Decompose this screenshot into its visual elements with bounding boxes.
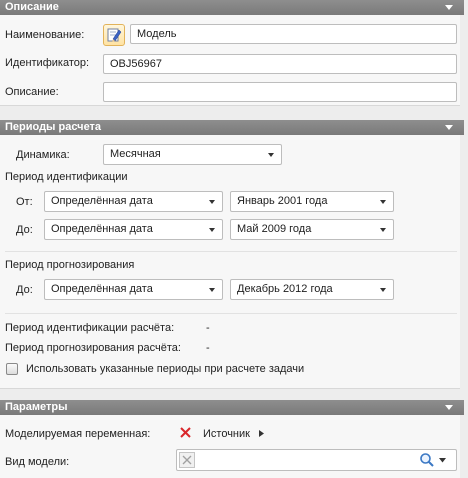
forecast-to-type-dropdown[interactable]: Определённая дата <box>44 279 223 300</box>
edit-name-button[interactable] <box>103 24 125 46</box>
params-section-header[interactable]: Параметры <box>0 400 464 415</box>
collapse-triangle-icon[interactable] <box>445 405 453 410</box>
from-type-value: Определённая дата <box>51 195 153 207</box>
magnifier-icon[interactable] <box>419 452 435 468</box>
dynamics-dropdown[interactable]: Месячная <box>103 144 282 165</box>
dynamics-label: Динамика: <box>16 149 70 161</box>
clear-cross-icon[interactable] <box>179 452 195 468</box>
chevron-down-icon[interactable] <box>439 458 446 463</box>
id-label: Идентификатор: <box>5 57 90 69</box>
chevron-down-icon <box>380 288 386 292</box>
red-cross-icon[interactable] <box>180 427 191 438</box>
chevron-down-icon <box>209 200 215 204</box>
periods-section-header[interactable]: Периоды расчета <box>0 120 464 135</box>
edit-pencil-icon <box>107 28 122 42</box>
forecast-to-type-value: Определённая дата <box>51 283 153 295</box>
collapse-triangle-icon[interactable] <box>445 125 453 130</box>
chevron-down-icon <box>380 228 386 232</box>
forecast-to-date-value: Декабрь 2012 года <box>237 283 333 295</box>
collapse-triangle-icon[interactable] <box>445 5 453 10</box>
chevron-down-icon <box>268 153 274 157</box>
chevron-down-icon <box>380 200 386 204</box>
params-section-title: Параметры <box>5 401 68 413</box>
forecast-to-label: До: <box>16 284 33 296</box>
to-type-dropdown[interactable]: Определённая дата <box>44 219 223 240</box>
use-periods-checkbox[interactable] <box>6 363 18 375</box>
model-type-field[interactable] <box>176 449 457 471</box>
to-label: До: <box>16 224 33 236</box>
forecast-to-date-dropdown[interactable]: Декабрь 2012 года <box>230 279 394 300</box>
from-label: От: <box>16 196 33 208</box>
ident-calc-label: Период идентификации расчёта: <box>5 322 175 334</box>
description-section-header[interactable]: Описание <box>0 0 464 15</box>
chevron-down-icon <box>209 288 215 292</box>
modeled-variable-value[interactable]: Источник <box>203 428 250 440</box>
forecast-calc-value: - <box>206 342 210 354</box>
ident-period-group-label: Период идентификации <box>5 171 128 183</box>
from-date-value: Январь 2001 года <box>237 195 328 207</box>
divider <box>5 313 457 314</box>
to-date-value: Май 2009 года <box>237 223 312 235</box>
to-type-value: Определённая дата <box>51 223 153 235</box>
name-field[interactable]: Модель <box>130 24 457 44</box>
dynamics-value: Месячная <box>110 148 161 160</box>
from-date-dropdown[interactable]: Январь 2001 года <box>230 191 394 212</box>
use-periods-label[interactable]: Использовать указанные периоды при расче… <box>26 363 304 375</box>
description-field[interactable] <box>103 82 457 102</box>
forecast-calc-label: Период прогнозирования расчёта: <box>5 342 181 354</box>
description-section-title: Описание <box>5 1 59 13</box>
model-type-label: Вид модели: <box>5 456 70 468</box>
chevron-down-icon <box>209 228 215 232</box>
forecast-period-group-label: Период прогнозирования <box>5 259 135 271</box>
from-type-dropdown[interactable]: Определённая дата <box>44 191 223 212</box>
id-field[interactable]: OBJ56967 <box>103 54 457 74</box>
ident-calc-value: - <box>206 322 210 334</box>
periods-section-title: Периоды расчета <box>5 121 102 133</box>
chevron-right-icon[interactable] <box>259 430 264 437</box>
to-date-dropdown[interactable]: Май 2009 года <box>230 219 394 240</box>
divider <box>5 251 457 252</box>
description-label: Описание: <box>5 86 59 98</box>
name-label: Наименование: <box>5 29 85 41</box>
modeled-variable-label: Моделируемая переменная: <box>5 428 151 440</box>
